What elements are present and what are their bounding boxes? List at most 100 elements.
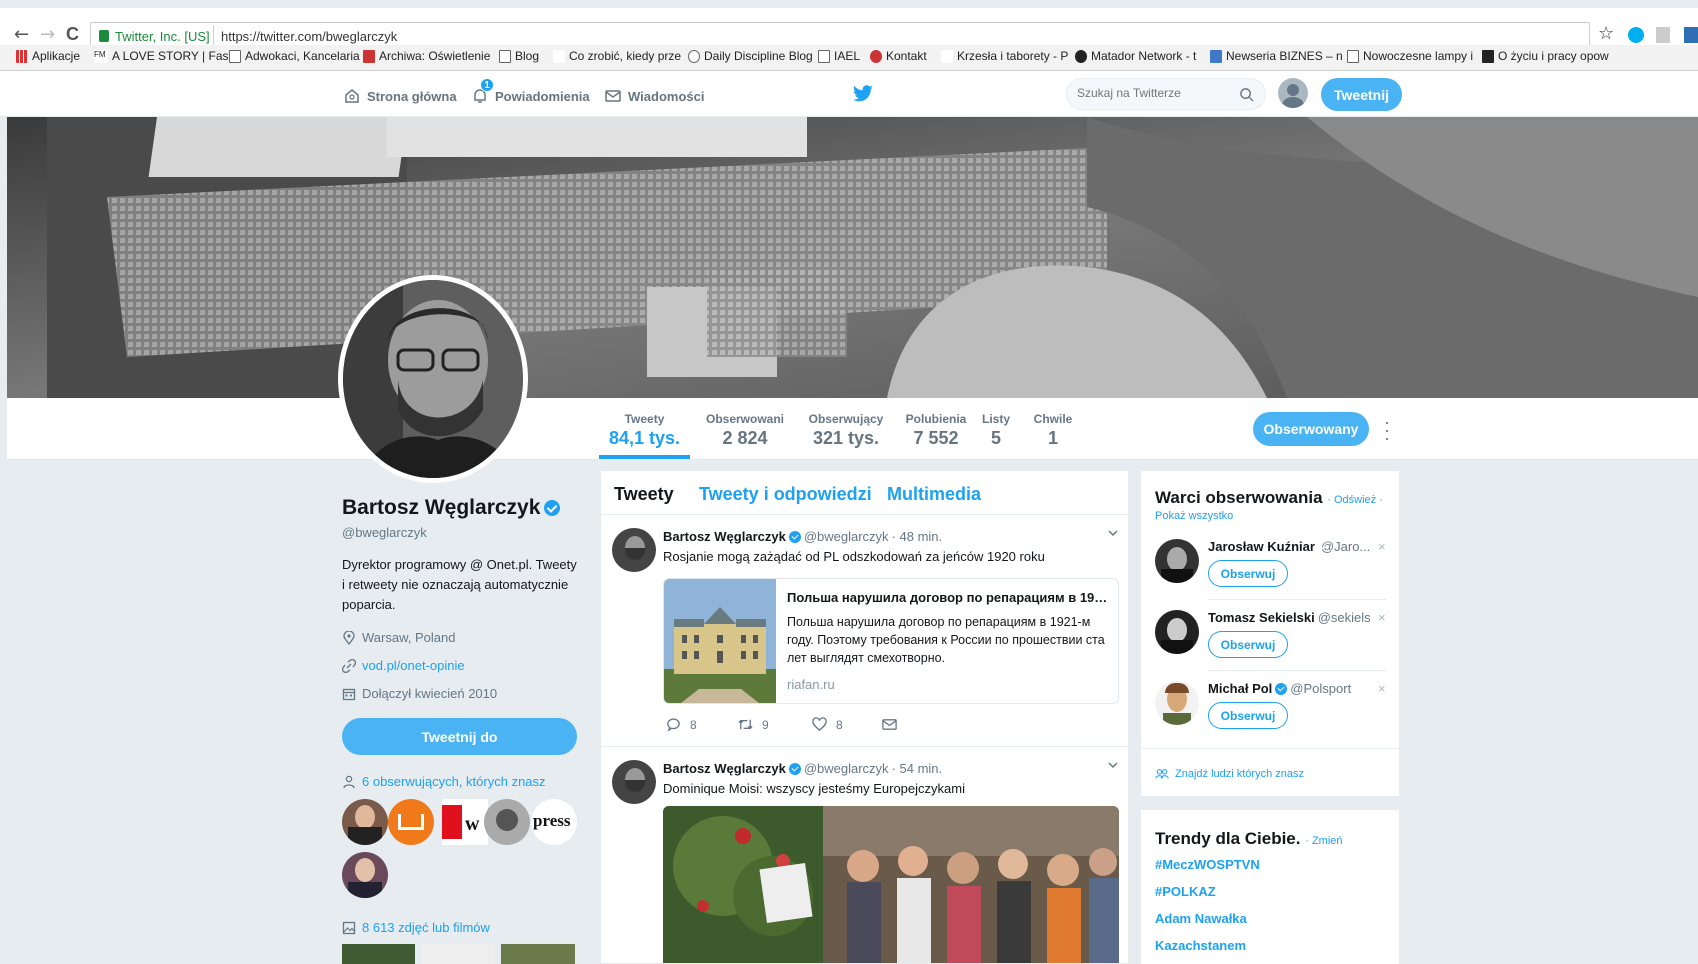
pdf-extension-icon[interactable] [1656, 27, 1670, 43]
bookmark-co-zrobic[interactable]: Co zrobić, kiedy prze [553, 49, 681, 63]
suggested-user[interactable]: Tomasz Sekielski @sekielski Obserwuj × [1141, 600, 1399, 670]
bookmark-iael[interactable]: IAEL [818, 49, 860, 63]
suggested-user-name[interactable]: Tomasz Sekielski @sekielski [1208, 610, 1370, 625]
bookmark-kontakt[interactable]: Kontakt [870, 49, 927, 63]
media-thumbnail[interactable] [342, 944, 415, 964]
following-button[interactable]: Obserwowany [1253, 412, 1369, 446]
follow-button[interactable]: Obserwuj [1208, 560, 1288, 587]
bookmark-adwokaci[interactable]: Adwokaci, Kancelaria [229, 49, 360, 63]
stat-moments[interactable]: Chwile 1 [1028, 412, 1078, 449]
suggested-user[interactable]: Jarosław Kuźniar @Jaro... Obserwuj × [1141, 529, 1399, 599]
tweet-author-handle[interactable]: @bweglarczyk [804, 761, 889, 776]
tweet-time[interactable]: · 54 min. [892, 761, 943, 776]
calendar-icon [342, 688, 356, 700]
bookmark-newseria[interactable]: Newseria BIZNES – n [1210, 49, 1343, 63]
tweet-author-name[interactable]: Bartosz Węglarczyk [663, 529, 786, 544]
photos-videos-link[interactable]: 8 613 zdjęć lub filmów [342, 920, 490, 935]
known-follower-avatar[interactable]: press [531, 799, 577, 845]
twitter-bird-logo-icon[interactable] [852, 85, 874, 103]
retweet-button[interactable]: 9 [737, 716, 769, 733]
dismiss-icon[interactable]: × [1378, 539, 1386, 554]
known-follower-avatar[interactable] [342, 799, 388, 845]
chevron-down-icon[interactable] [1108, 528, 1118, 538]
bookmark-love-story[interactable]: FM A LOVE STORY | Fash [94, 49, 235, 63]
suggested-user-name[interactable]: Michał Pol @Polsport [1208, 681, 1351, 696]
bookmark-daily-discipline[interactable]: Daily Discipline Blog [688, 49, 813, 63]
website-link[interactable]: vod.pl/onet-opinie [362, 658, 465, 673]
tab-tweets[interactable]: Tweety [614, 484, 674, 505]
followers-you-know-link[interactable]: 6 obserwujących, których znasz [342, 774, 546, 789]
trend-item[interactable]: Kazachstanem [1155, 938, 1246, 953]
suggested-user-name[interactable]: Jarosław Kuźniar @Jaro... [1208, 539, 1370, 554]
stat-lists[interactable]: Listy 5 [974, 412, 1018, 449]
search-box[interactable] [1066, 78, 1266, 110]
media-thumbnail[interactable] [421, 944, 495, 964]
back-icon[interactable]: ← [14, 24, 29, 45]
tweet-author-handle[interactable]: @bweglarczyk [804, 529, 889, 544]
tweet-item[interactable]: Bartosz Węglarczyk @bweglarczyk · 48 min… [601, 516, 1128, 747]
bookmark-blog[interactable]: Blog [499, 49, 539, 63]
known-follower-avatar[interactable] [342, 852, 388, 898]
media-thumbnail[interactable] [501, 944, 575, 964]
bookmark-apps[interactable]: Aplikacje [16, 49, 80, 63]
stat-likes[interactable]: Polubienia 7 552 [894, 412, 978, 449]
card-thumbnail [664, 579, 776, 703]
url-text[interactable]: https://twitter.com/bweglarczyk [221, 29, 397, 44]
reload-icon[interactable]: C [66, 24, 79, 45]
profile-avatar[interactable] [338, 275, 528, 483]
known-follower-avatar[interactable] [388, 799, 434, 845]
stat-tweets[interactable]: Tweety 84,1 tys. [599, 412, 690, 449]
trend-item[interactable]: #MeczWOSPTVN [1155, 857, 1260, 872]
like-button[interactable]: 8 [811, 716, 843, 733]
dismiss-icon[interactable]: × [1378, 681, 1386, 696]
tweet-to-button[interactable]: Tweetnij do [342, 718, 577, 755]
known-follower-avatar[interactable] [484, 799, 530, 845]
trend-item[interactable]: Adam Nawałka [1155, 911, 1247, 926]
tweet-author-avatar[interactable] [612, 528, 656, 572]
tweet-photo[interactable] [663, 806, 1119, 963]
follow-button[interactable]: Obserwuj [1208, 631, 1288, 658]
reply-icon [667, 718, 680, 732]
tab-media[interactable]: Multimedia [887, 484, 981, 505]
dismiss-icon[interactable]: × [1378, 610, 1386, 625]
user-avatar[interactable] [1278, 78, 1308, 108]
search-input[interactable] [1077, 86, 1227, 100]
more-options-icon[interactable]: · · · [1384, 413, 1390, 447]
page-icon [1347, 49, 1359, 63]
suggested-user-avatar[interactable] [1155, 681, 1199, 725]
known-follower-avatar[interactable]: w [442, 799, 488, 845]
reply-button[interactable]: 8 [665, 716, 697, 733]
skype-extension-icon[interactable] [1628, 27, 1644, 43]
bookmark-star-icon[interactable]: ☆ [1598, 23, 1614, 44]
forward-icon[interactable]: → [40, 24, 55, 45]
tab-tweets-replies[interactable]: Tweety i odpowiedzi [699, 484, 872, 505]
nav-messages[interactable]: Wiadomości [604, 87, 704, 105]
search-icon[interactable] [1239, 87, 1254, 102]
news-extension-icon[interactable] [1684, 27, 1698, 43]
link-preview-card[interactable]: Польша нарушила договор по репарациям в … [663, 578, 1119, 704]
tweet-author-avatar[interactable] [612, 760, 656, 804]
suggested-user[interactable]: Michał Pol @Polsport Obserwuj × [1141, 671, 1399, 741]
refresh-link[interactable]: · Odśwież · [1327, 494, 1383, 506]
change-trends-link[interactable]: · Zmień [1305, 835, 1342, 847]
compose-tweet-button[interactable]: Tweetnij [1321, 78, 1402, 111]
find-people-link[interactable]: Znajdź ludzi których znasz [1155, 768, 1304, 780]
show-all-link[interactable]: Pokaż wszystko [1155, 510, 1233, 522]
stat-followers[interactable]: Obserwujący 321 tys. [797, 412, 895, 449]
bookmark-o-zyciu[interactable]: O życiu i pracy opow [1482, 49, 1609, 63]
bookmark-lampy[interactable]: Nowoczesne lampy i [1347, 49, 1473, 63]
tweet-item[interactable]: Bartosz Węglarczyk @bweglarczyk · 54 min… [601, 748, 1128, 963]
stat-following[interactable]: Obserwowani 2 824 [697, 412, 793, 449]
chevron-down-icon[interactable] [1108, 760, 1118, 770]
bookmark-krzesla[interactable]: Krzesła i taborety - P [941, 49, 1068, 63]
nav-home[interactable]: Strona główna [343, 87, 457, 105]
tweet-author-name[interactable]: Bartosz Węglarczyk [663, 761, 786, 776]
suggested-user-avatar[interactable] [1155, 539, 1199, 583]
direct-message-button[interactable] [881, 716, 898, 733]
suggested-user-avatar[interactable] [1155, 610, 1199, 654]
follow-button[interactable]: Obserwuj [1208, 702, 1288, 729]
trend-item[interactable]: #POLKAZ [1155, 884, 1216, 899]
tweet-time[interactable]: · 48 min. [892, 529, 943, 544]
bookmark-archiwa[interactable]: Archiwa: Oświetlenie [363, 49, 490, 63]
bookmark-matador[interactable]: Matador Network - t [1075, 49, 1196, 63]
